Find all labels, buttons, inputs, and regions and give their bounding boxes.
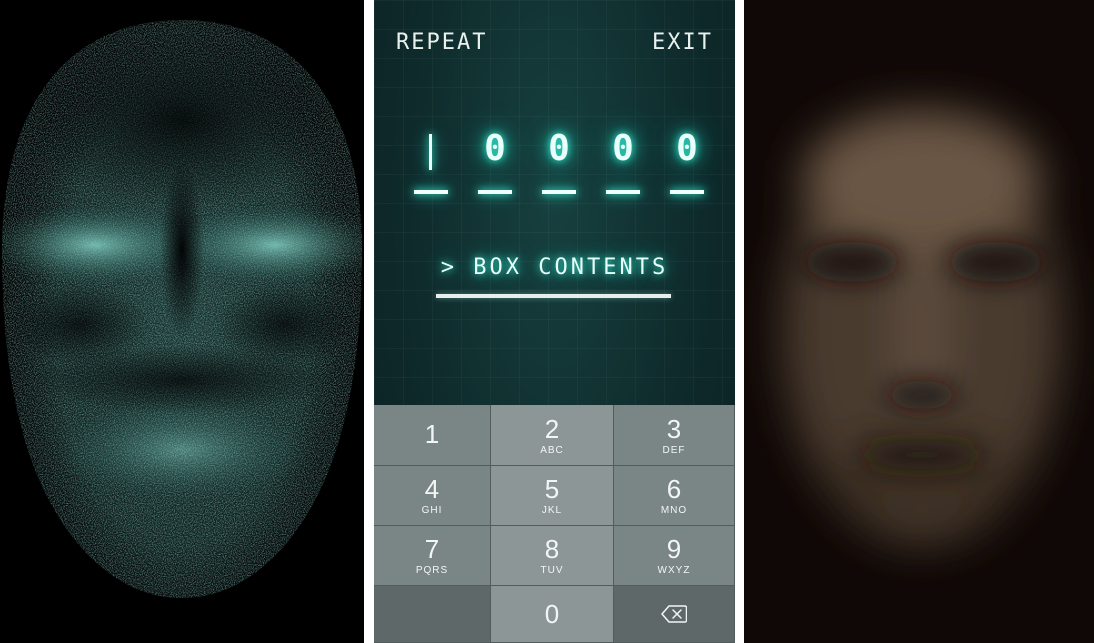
code-digit: 0 <box>484 128 506 169</box>
key-number: 6 <box>666 474 682 504</box>
code-digit: 0 <box>548 128 570 169</box>
phone-screen: REPEAT EXIT 0 0 0 0 > BOX CONTENTS 1 2 A… <box>374 0 735 643</box>
key-letters: PQRS <box>415 565 449 576</box>
key-letters: DEF <box>662 444 686 456</box>
repeat-button[interactable]: REPEAT <box>396 30 487 55</box>
code-slot-1[interactable] <box>414 128 448 198</box>
key-2[interactable]: 2 ABC <box>491 405 614 466</box>
box-contents-button[interactable]: > BOX CONTENTS <box>374 255 735 280</box>
key-number: 4 <box>424 474 440 504</box>
code-underline <box>542 190 576 194</box>
code-underline <box>414 190 448 194</box>
key-3[interactable]: 3 DEF <box>614 405 735 466</box>
key-number: 3 <box>666 413 682 444</box>
code-digit: 0 <box>612 128 634 169</box>
key-0[interactable]: 0 <box>491 586 614 643</box>
code-slot-5[interactable]: 0 <box>670 128 704 198</box>
key-number: 5 <box>544 474 560 504</box>
key-4[interactable]: 4 GHI <box>374 466 491 526</box>
text-cursor <box>429 134 432 170</box>
key-delete[interactable] <box>614 586 735 643</box>
particle-face-panel <box>0 0 364 643</box>
key-8[interactable]: 8 TUV <box>491 526 614 586</box>
key-6[interactable]: 6 MNO <box>614 466 735 526</box>
key-letters: GHI <box>421 505 443 516</box>
key-letters: WXYZ <box>657 565 691 576</box>
numeric-keypad: 1 2 ABC 3 DEF 4 GHI 5 JKL 6 MNO 7 PQRS 8… <box>374 405 735 643</box>
key-7[interactable]: 7 PQRS <box>374 526 491 586</box>
key-letters: TUV <box>540 565 564 576</box>
particle-face-image <box>2 20 362 598</box>
key-letters: ABC <box>540 444 564 456</box>
key-letters: JKL <box>541 505 563 516</box>
key-number: 9 <box>666 534 682 564</box>
blurred-face-panel <box>744 0 1094 643</box>
code-digit: 0 <box>676 128 698 169</box>
code-underline <box>670 190 704 194</box>
key-number: 1 <box>424 419 440 449</box>
code-underline <box>606 190 640 194</box>
grid-background <box>374 0 735 405</box>
key-number: 2 <box>544 413 560 444</box>
key-5[interactable]: 5 JKL <box>491 466 614 526</box>
key-blank <box>374 586 491 643</box>
blurred-face-image <box>744 0 1094 643</box>
backspace-icon <box>661 605 687 623</box>
box-contents-underline <box>436 294 671 298</box>
key-number: 0 <box>544 599 560 629</box>
code-slot-4[interactable]: 0 <box>606 128 640 198</box>
code-entry: 0 0 0 0 <box>414 128 704 198</box>
code-slot-3[interactable]: 0 <box>542 128 576 198</box>
key-9[interactable]: 9 WXYZ <box>614 526 735 586</box>
key-1[interactable]: 1 <box>374 405 491 466</box>
key-number: 8 <box>544 534 560 564</box>
exit-button[interactable]: EXIT <box>652 30 713 55</box>
key-letters: MNO <box>660 505 688 516</box>
screenshot-stage: REPEAT EXIT 0 0 0 0 > BOX CONTENTS 1 2 A… <box>0 0 1094 643</box>
code-underline <box>478 190 512 194</box>
key-number: 7 <box>424 534 440 564</box>
code-slot-2[interactable]: 0 <box>478 128 512 198</box>
